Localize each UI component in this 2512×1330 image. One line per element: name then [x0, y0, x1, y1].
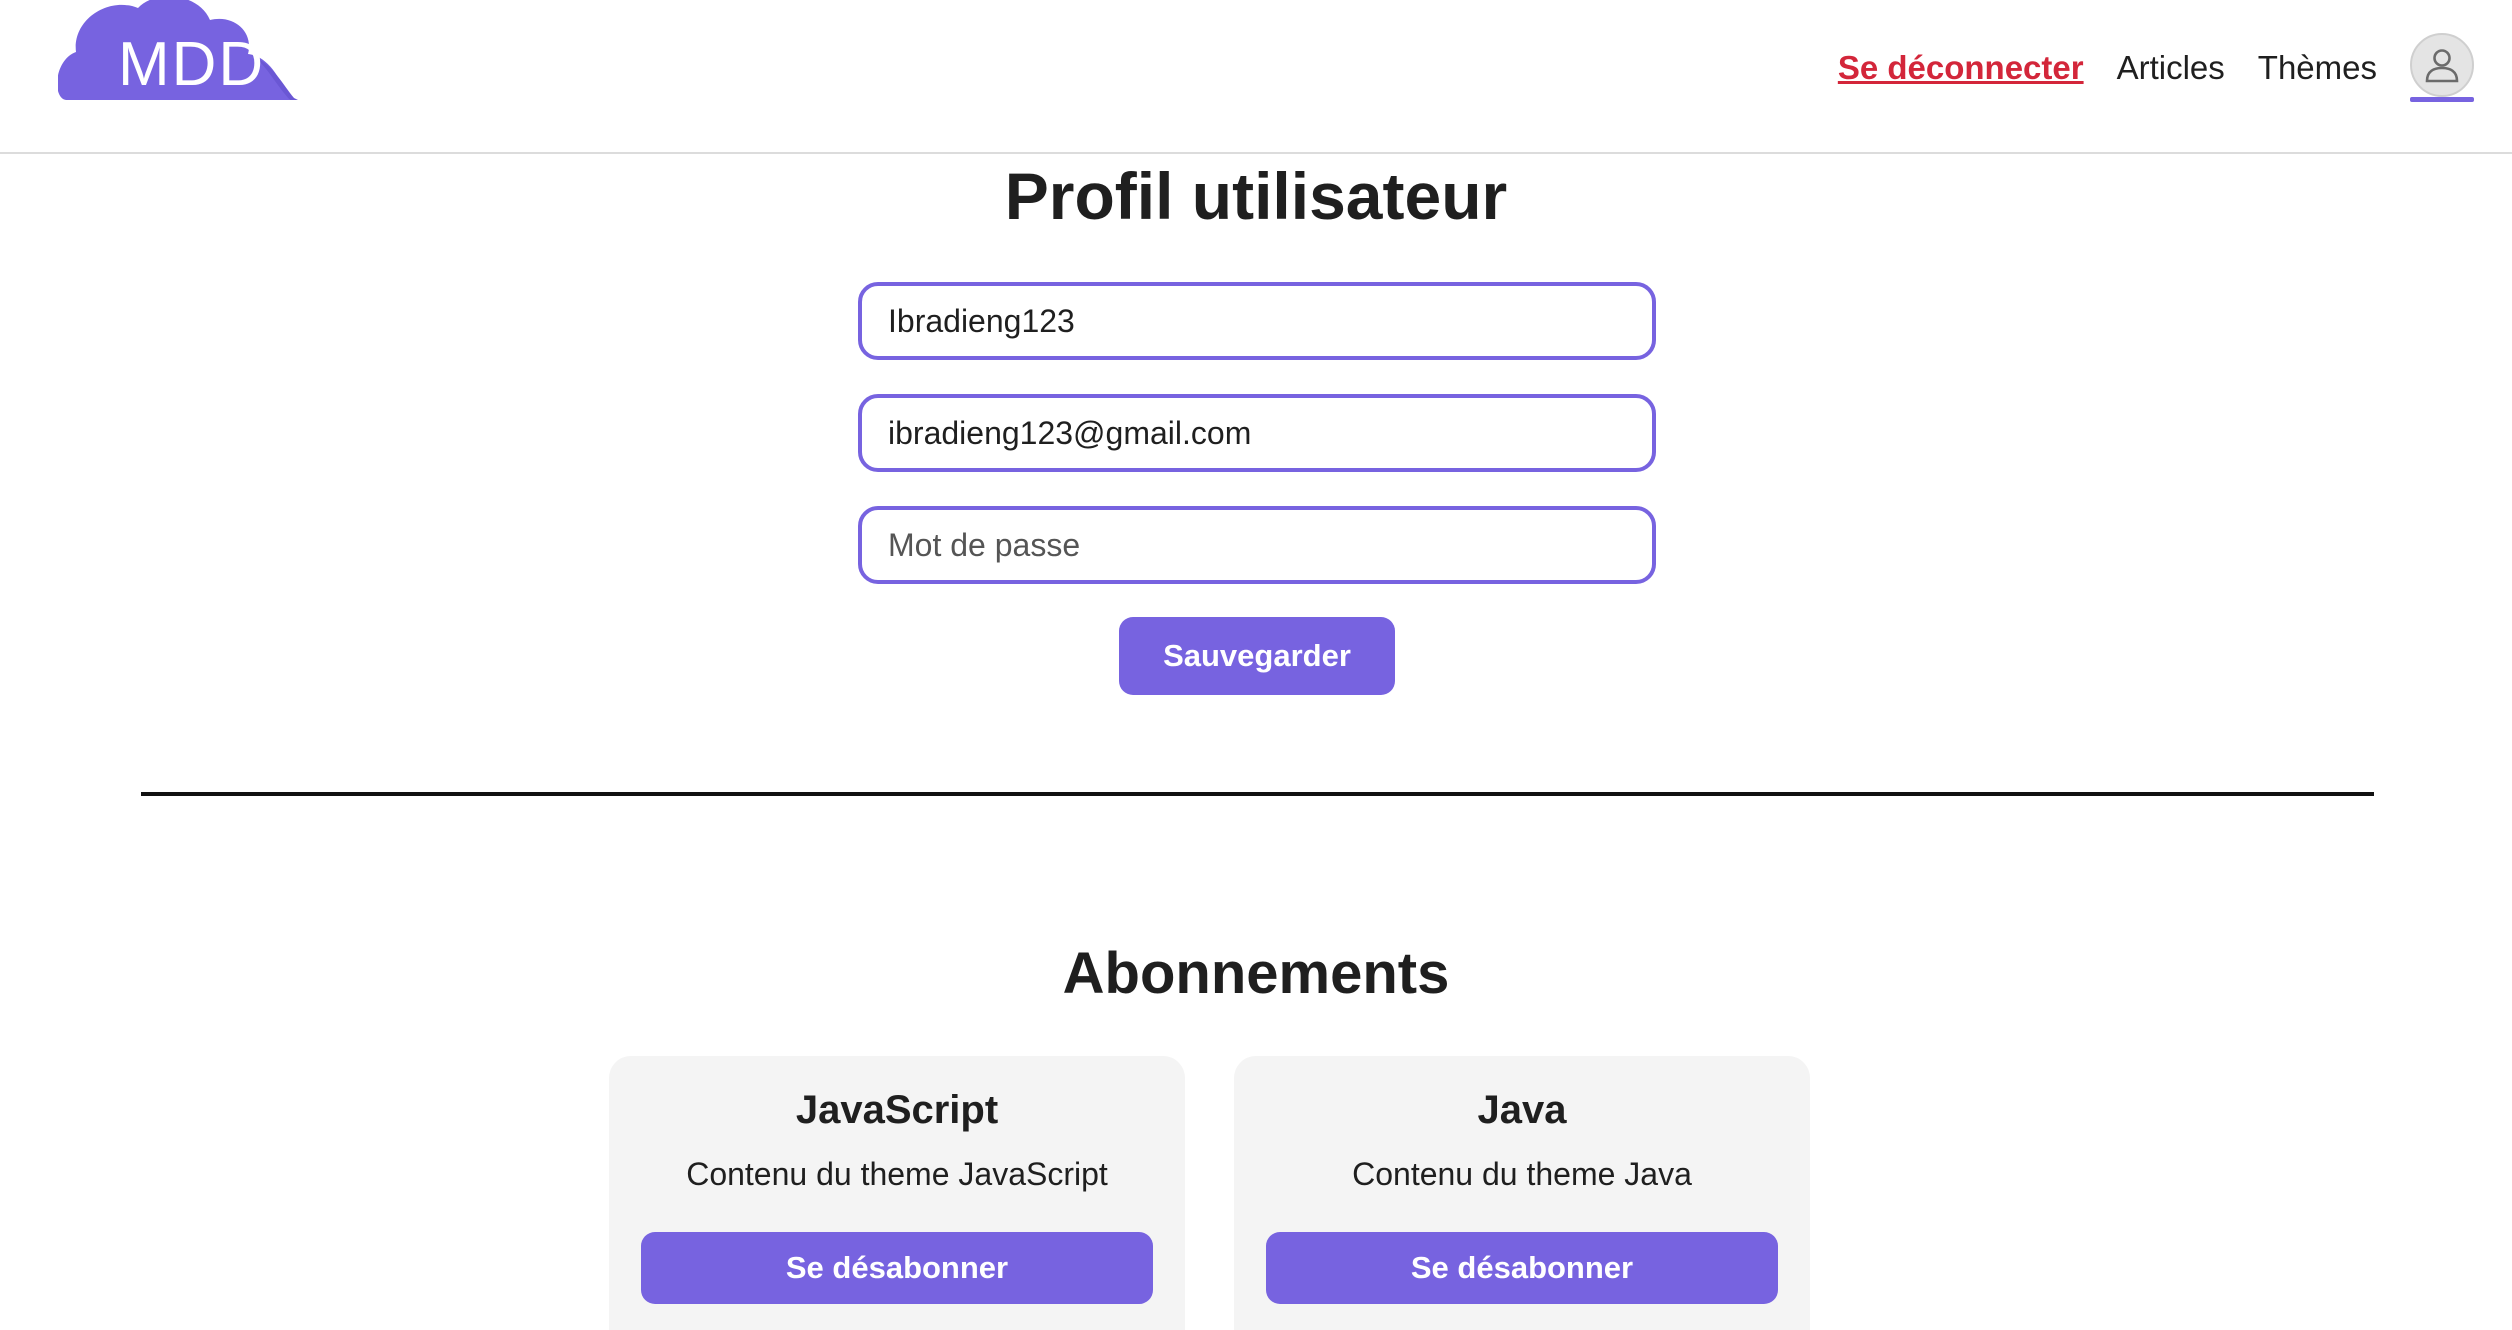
- avatar: [2410, 33, 2474, 97]
- save-button[interactable]: Sauvegarder: [1119, 617, 1395, 695]
- logout-link[interactable]: Se déconnecter: [1838, 49, 2084, 87]
- card-title: Java: [1477, 1088, 1567, 1132]
- profile-page: MDD Se déconnecter Articles Thèmes Profi…: [0, 0, 2512, 1330]
- unsubscribe-button-javascript[interactable]: Se désabonner: [641, 1232, 1153, 1304]
- user-icon: [2425, 49, 2459, 83]
- card-description: Contenu du theme Java: [1352, 1156, 1692, 1192]
- username-input[interactable]: [858, 282, 1656, 360]
- email-input[interactable]: [858, 394, 1656, 472]
- subscription-card-javascript: JavaScript Contenu du theme JavaScript S…: [609, 1056, 1185, 1330]
- section-divider: [141, 792, 2374, 796]
- top-navbar: MDD Se déconnecter Articles Thèmes: [0, 0, 2512, 154]
- logo-text: MDD: [118, 30, 266, 99]
- subscriptions-title: Abonnements: [1062, 941, 1450, 1006]
- themes-link[interactable]: Thèmes: [2258, 49, 2377, 87]
- unsubscribe-button-java[interactable]: Se désabonner: [1266, 1232, 1778, 1304]
- nav-menu: Se déconnecter Articles Thèmes: [1838, 22, 2474, 114]
- active-indicator: [2410, 97, 2474, 102]
- mdd-logo[interactable]: MDD: [58, 0, 298, 104]
- profile-avatar-button[interactable]: [2410, 33, 2474, 103]
- card-title: JavaScript: [795, 1088, 999, 1132]
- subscription-card-java: Java Contenu du theme Java Se désabonner: [1234, 1056, 1810, 1330]
- password-input[interactable]: [858, 506, 1656, 584]
- articles-link[interactable]: Articles: [2117, 49, 2225, 87]
- card-description: Contenu du theme JavaScript: [686, 1156, 1108, 1192]
- page-title: Profil utilisateur: [1004, 159, 1508, 233]
